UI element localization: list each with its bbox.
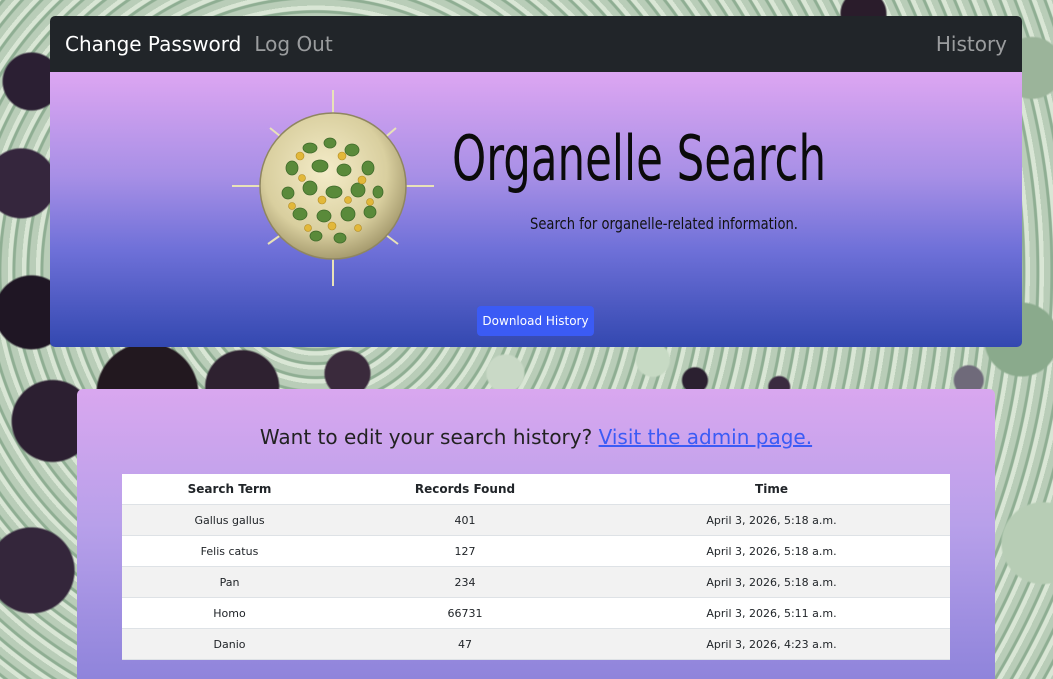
cell-time: April 3, 2026, 5:11 a.m. [593, 597, 950, 629]
cell-time: April 3, 2026, 4:23 a.m. [593, 628, 950, 660]
radiolarian-cell-icon [232, 90, 434, 286]
log-out-link[interactable]: Log Out [254, 32, 332, 56]
page-title: Organelle Search [452, 122, 827, 195]
cell-records-found: 66731 [337, 597, 593, 629]
download-history-button[interactable]: Download History [477, 306, 594, 336]
table-header-row: Search Term Records Found Time [122, 474, 950, 505]
history-heading: Want to edit your search history? Visit … [77, 425, 995, 449]
cell-time: April 3, 2026, 5:18 a.m. [593, 504, 950, 536]
cell-search-term: Pan [122, 566, 337, 598]
cell-search-term: Danio [122, 628, 337, 660]
cell-records-found: 401 [337, 504, 593, 536]
table-row: Felis catus 127 April 3, 2026, 5:18 a.m. [122, 535, 950, 567]
history-link[interactable]: History [936, 32, 1007, 56]
cell-time: April 3, 2026, 5:18 a.m. [593, 566, 950, 598]
cell-records-found: 234 [337, 566, 593, 598]
cell-search-term: Felis catus [122, 535, 337, 567]
table-row: Homo 66731 April 3, 2026, 5:11 a.m. [122, 597, 950, 629]
change-password-link[interactable]: Change Password [65, 32, 241, 56]
cell-search-term: Gallus gallus [122, 504, 337, 536]
admin-page-link[interactable]: Visit the admin page. [599, 425, 813, 449]
cell-records-found: 127 [337, 535, 593, 567]
history-heading-text: Want to edit your search history? [259, 425, 593, 449]
table-row: Gallus gallus 401 April 3, 2026, 5:18 a.… [122, 504, 950, 536]
table-row: Pan 234 April 3, 2026, 5:18 a.m. [122, 566, 950, 598]
table-row: Danio 47 April 3, 2026, 4:23 a.m. [122, 628, 950, 660]
cell-time: April 3, 2026, 5:18 a.m. [593, 535, 950, 567]
top-navbar: Change Password Log Out History [50, 16, 1022, 72]
column-header-search-term: Search Term [122, 474, 337, 505]
column-header-time: Time [593, 474, 950, 505]
search-history-table: Search Term Records Found Time Gallus ga… [122, 474, 950, 660]
column-header-records-found: Records Found [337, 474, 593, 505]
cell-search-term: Homo [122, 597, 337, 629]
page-subtitle: Search for organelle-related information… [530, 214, 798, 233]
history-card: Want to edit your search history? Visit … [77, 389, 995, 679]
cell-records-found: 47 [337, 628, 593, 660]
hero-banner: Organelle Search Search for organelle-re… [50, 72, 1022, 347]
